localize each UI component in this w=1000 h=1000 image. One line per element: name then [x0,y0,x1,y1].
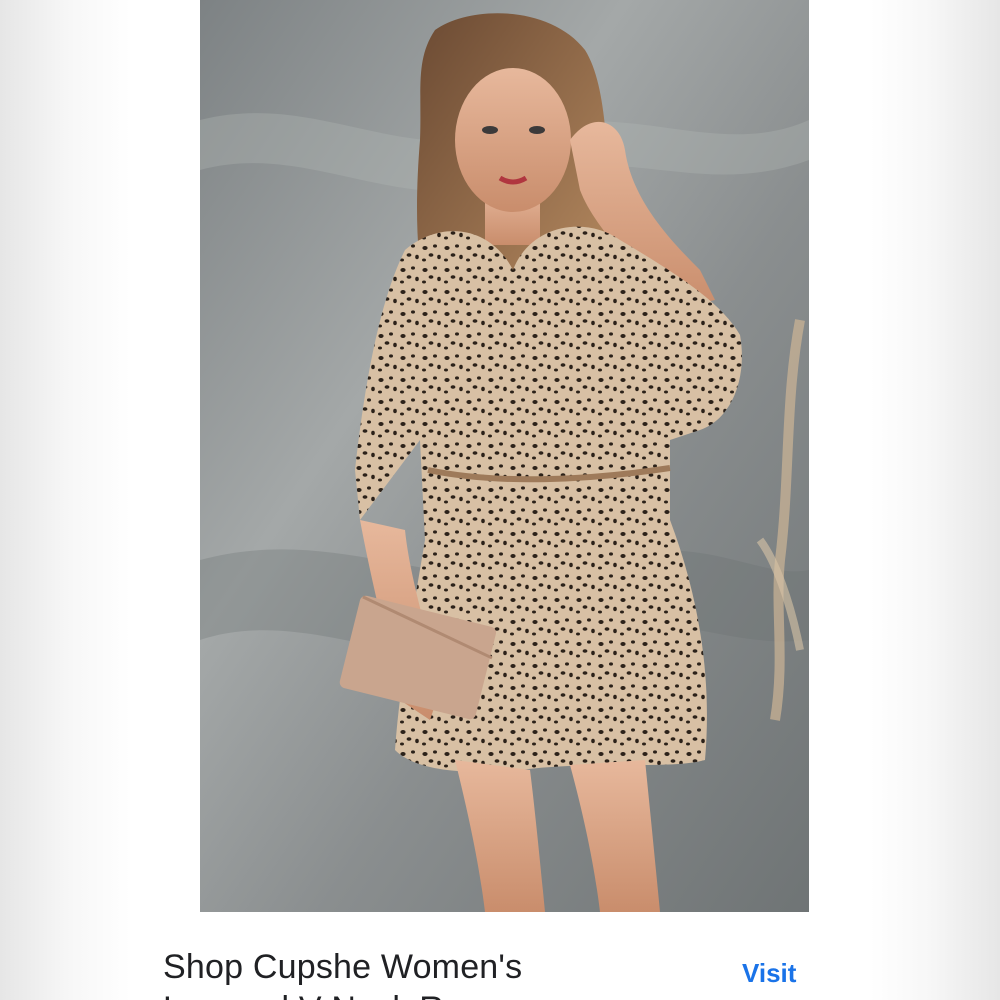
result-title[interactable]: Shop Cupshe Women's [163,946,723,988]
result-title-continued[interactable]: Leopard V-Neck Romper [163,988,723,1000]
product-image[interactable] [200,0,809,912]
result-caption[interactable]: Shop Cupshe Women's Leopard V-Neck Rompe… [163,946,723,1000]
visit-link[interactable]: Visit [742,956,796,990]
